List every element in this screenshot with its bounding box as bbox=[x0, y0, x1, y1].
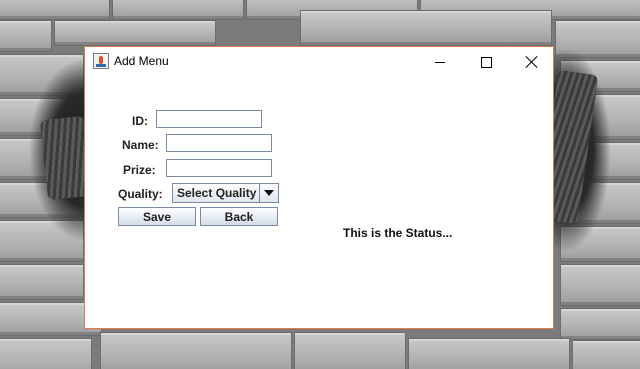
close-icon bbox=[526, 56, 538, 68]
wall-stone bbox=[408, 338, 570, 369]
quality-label: Quality: bbox=[118, 187, 163, 201]
wall-stone bbox=[0, 20, 52, 52]
name-field[interactable] bbox=[166, 134, 272, 152]
window-title: Add Menu bbox=[114, 54, 169, 68]
chevron-down-icon bbox=[264, 190, 274, 196]
back-button[interactable]: Back bbox=[200, 207, 278, 226]
maximize-icon bbox=[480, 56, 492, 68]
wall-stone bbox=[560, 308, 640, 340]
save-button[interactable]: Save bbox=[118, 207, 196, 226]
minimize-icon bbox=[435, 61, 445, 63]
add-menu-window: Add Menu ID: Name: Prize: Quality: Selec… bbox=[84, 46, 554, 329]
close-button[interactable] bbox=[509, 47, 555, 77]
maximize-button[interactable] bbox=[463, 47, 509, 77]
quality-dropdown-button[interactable] bbox=[259, 184, 278, 202]
wall-stone bbox=[0, 264, 84, 300]
quality-select[interactable]: Select Quality bbox=[172, 183, 279, 203]
title-bar[interactable]: Add Menu bbox=[85, 47, 553, 77]
status-text: This is the Status... bbox=[343, 226, 453, 240]
name-label: Name: bbox=[122, 138, 159, 152]
wall-stone bbox=[294, 332, 406, 369]
prize-field[interactable] bbox=[166, 159, 272, 177]
id-label: ID: bbox=[132, 114, 148, 128]
wall-stone bbox=[112, 0, 244, 20]
wall-stone bbox=[100, 332, 292, 369]
wall-stone bbox=[54, 20, 216, 46]
quality-selected-value: Select Quality bbox=[177, 186, 257, 200]
wall-stone bbox=[560, 264, 640, 306]
java-app-icon[interactable] bbox=[93, 53, 109, 69]
wall-stone bbox=[300, 10, 552, 46]
minimize-button[interactable] bbox=[417, 47, 463, 77]
prize-label: Prize: bbox=[123, 163, 156, 177]
id-field[interactable] bbox=[156, 110, 262, 128]
wall-stone bbox=[0, 0, 110, 20]
wall-stone bbox=[0, 338, 92, 369]
wall-stone bbox=[572, 340, 640, 369]
